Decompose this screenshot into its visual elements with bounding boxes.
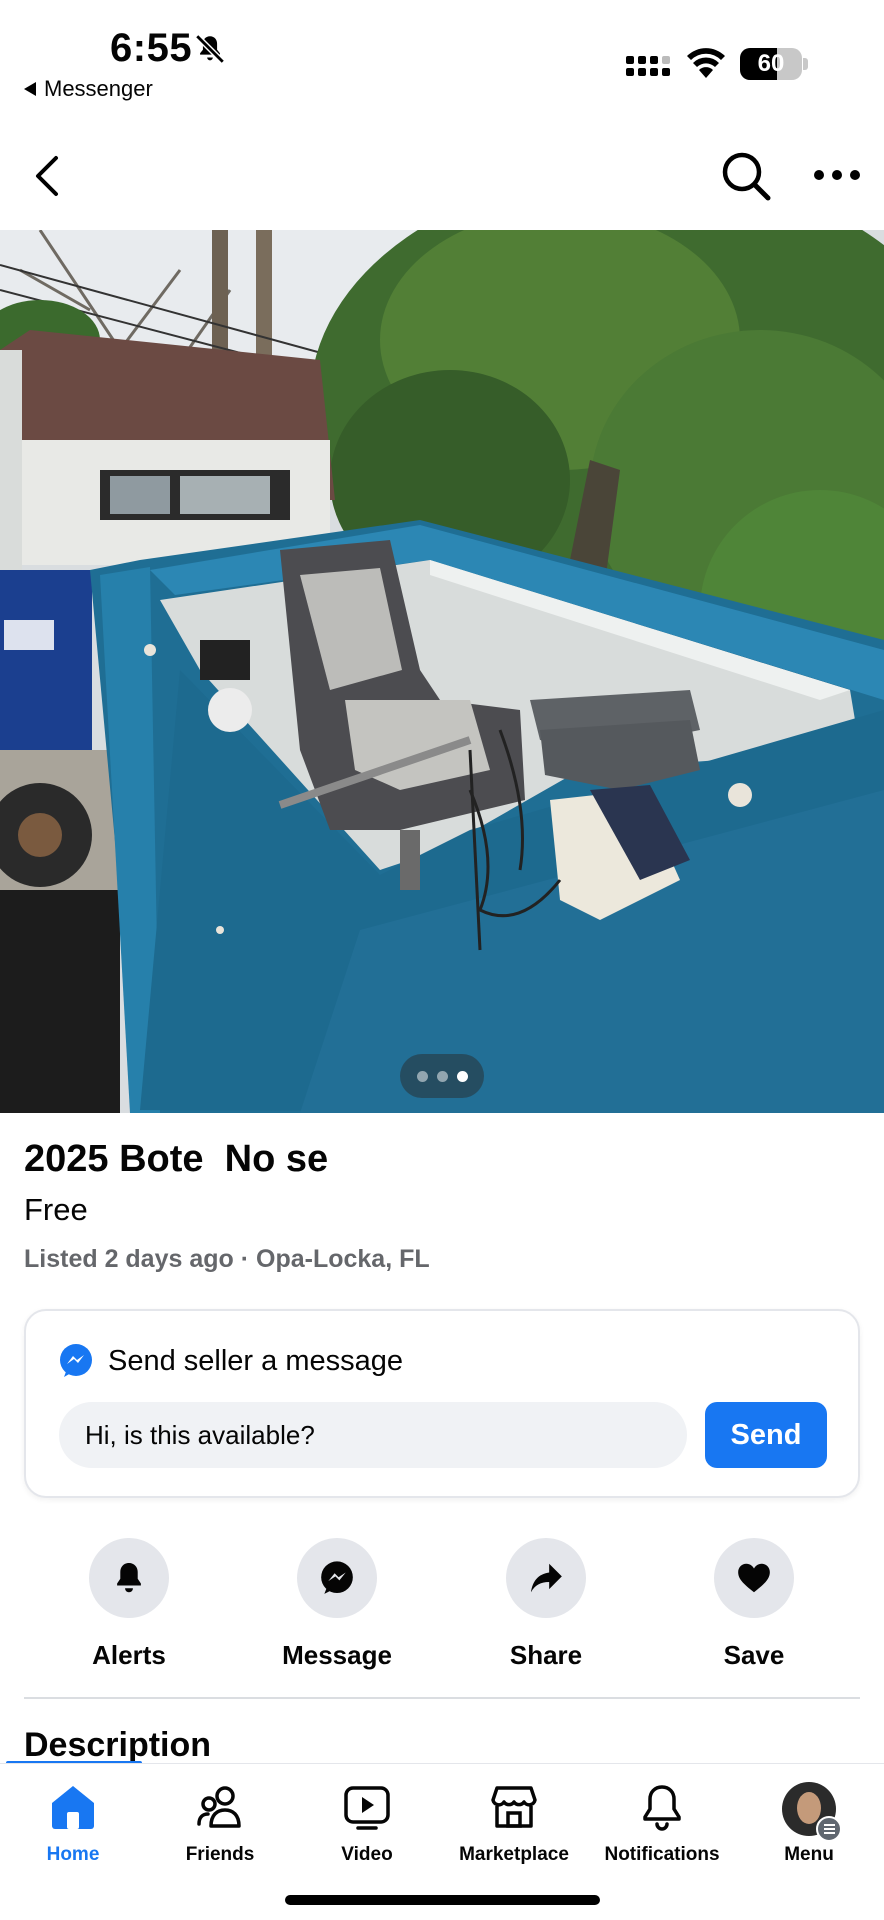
search-icon[interactable] xyxy=(720,150,772,202)
battery-level: 60 xyxy=(757,50,785,77)
boat-photo-illustration xyxy=(0,230,884,1113)
save-label: Save xyxy=(723,1640,785,1670)
battery-tip xyxy=(803,58,808,70)
bell-off-icon xyxy=(195,34,225,64)
save-action[interactable]: Save xyxy=(669,1538,839,1671)
message-card-heading: Send seller a message xyxy=(108,1344,403,1377)
pager-dot-active xyxy=(456,1070,468,1082)
status-bar: 6:55 Messenger 60 xyxy=(0,0,884,110)
description-heading: Description xyxy=(24,1726,212,1764)
tab-home[interactable]: Home xyxy=(0,1782,148,1866)
back-to-app-link[interactable]: Messenger xyxy=(24,76,153,102)
home-indicator xyxy=(285,1895,600,1905)
share-label: Share xyxy=(509,1640,583,1670)
battery-indicator: 60 xyxy=(740,48,802,80)
pager-dot xyxy=(436,1070,448,1082)
listing-title: 2025 Bote No se xyxy=(24,1138,329,1180)
tab-friends-label: Friends xyxy=(185,1844,255,1865)
alerts-label: Alerts xyxy=(92,1640,166,1670)
pager-dot xyxy=(416,1070,428,1082)
message-input[interactable] xyxy=(59,1402,687,1468)
status-time: 6:55 xyxy=(110,26,193,70)
message-label: Message xyxy=(282,1640,392,1670)
tab-menu-label: Menu xyxy=(784,1844,834,1865)
avatar xyxy=(782,1782,842,1842)
cellular-signal-icon xyxy=(626,56,670,76)
listing-photo[interactable] xyxy=(0,230,884,1113)
tab-video-label: Video xyxy=(341,1844,393,1865)
tab-marketplace-label: Marketplace xyxy=(459,1844,569,1865)
messenger-icon xyxy=(321,1561,353,1594)
menu-badge-icon xyxy=(816,1816,842,1842)
listing-meta: Listed 2 days ago · Opa-Locka, FL xyxy=(24,1245,430,1273)
message-action[interactable]: Message xyxy=(252,1538,422,1671)
back-triangle-icon xyxy=(24,82,36,96)
back-app-label: Messenger xyxy=(44,76,153,101)
message-button[interactable] xyxy=(297,1538,377,1618)
bell-icon xyxy=(643,1785,681,1831)
friends-icon xyxy=(197,1786,241,1828)
avatar-face xyxy=(797,1792,821,1824)
heart-icon xyxy=(738,1563,770,1593)
video-icon xyxy=(344,1786,390,1830)
marketplace-icon xyxy=(491,1786,537,1828)
tab-video[interactable]: Video xyxy=(292,1782,442,1866)
section-divider xyxy=(24,1697,860,1699)
tab-friends[interactable]: Friends xyxy=(145,1782,295,1866)
more-options-icon[interactable] xyxy=(812,160,862,190)
listing-price: Free xyxy=(24,1192,88,1227)
alerts-action[interactable]: Alerts xyxy=(44,1538,214,1671)
alerts-button[interactable] xyxy=(89,1538,169,1618)
tab-menu[interactable]: Menu xyxy=(734,1782,884,1866)
send-button[interactable]: Send xyxy=(705,1402,827,1468)
save-button[interactable] xyxy=(714,1538,794,1618)
messenger-icon xyxy=(60,1344,92,1377)
tab-home-label: Home xyxy=(46,1844,100,1865)
back-button[interactable] xyxy=(28,152,68,200)
photo-pager xyxy=(400,1054,484,1098)
share-action[interactable]: Share xyxy=(461,1538,631,1671)
message-card-header: Send seller a message xyxy=(58,1343,403,1379)
tab-marketplace[interactable]: Marketplace xyxy=(439,1782,589,1866)
tab-notifications[interactable]: Notifications xyxy=(587,1782,737,1866)
wifi-icon xyxy=(687,48,725,78)
tab-notifications-label: Notifications xyxy=(604,1844,720,1865)
share-arrow-icon xyxy=(530,1563,562,1593)
send-seller-message-card: Send seller a message Send xyxy=(24,1309,860,1498)
home-icon xyxy=(52,1786,94,1829)
share-button[interactable] xyxy=(506,1538,586,1618)
bell-icon xyxy=(117,1562,141,1593)
